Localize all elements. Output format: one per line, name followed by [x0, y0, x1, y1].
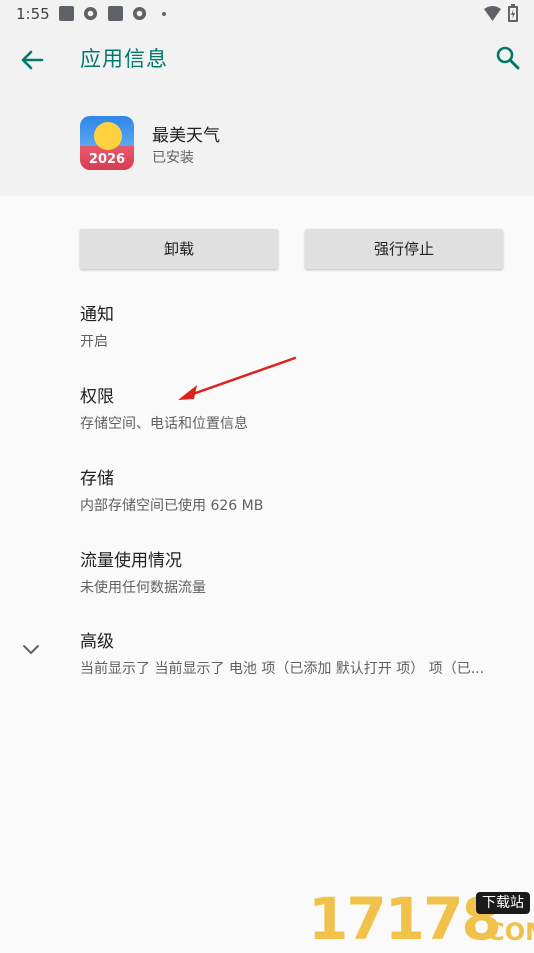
- status-time: 1:55: [16, 5, 50, 23]
- app-icon-label: 2026: [88, 152, 126, 167]
- app-icon: 2026: [80, 116, 134, 170]
- item-title: 存储: [80, 469, 114, 489]
- status-bar: 1:55: [0, 0, 534, 28]
- item-subtitle: 当前显示了 当前显示了 电池 项（已添加 默认打开 项） 项（已...: [80, 661, 485, 677]
- storage-item[interactable]: 存储 内部存储空间已使用 626 MB: [80, 464, 520, 515]
- app-install-status: 已安装: [152, 150, 194, 166]
- page-title: 应用信息: [80, 47, 168, 71]
- app-name: 最美天气: [152, 126, 220, 146]
- item-subtitle: 开启: [80, 334, 108, 350]
- watermark-suffix: .COM: [478, 918, 534, 946]
- back-arrow-icon[interactable]: [18, 46, 46, 74]
- notification-icon: [108, 6, 123, 21]
- notification-icon: [59, 6, 74, 21]
- permissions-item[interactable]: 权限 存储空间、电话和位置信息: [80, 382, 520, 433]
- site-watermark: 17178 下载站 .COM: [308, 888, 534, 950]
- item-title: 通知: [80, 305, 114, 325]
- search-icon[interactable]: [494, 44, 522, 72]
- sync-icon: [83, 6, 98, 21]
- wifi-icon: [484, 6, 501, 21]
- item-subtitle: 内部存储空间已使用 626 MB: [80, 498, 264, 514]
- uninstall-button[interactable]: 卸载: [80, 229, 278, 269]
- item-title: 高级: [80, 632, 114, 652]
- item-title: 权限: [80, 387, 114, 407]
- app-header: 应用信息 2026 最美天气 已安装: [0, 28, 534, 196]
- more-notifications-dot-icon: [162, 12, 166, 16]
- item-subtitle: 存储空间、电话和位置信息: [80, 416, 248, 432]
- notifications-item[interactable]: 通知 开启: [80, 300, 520, 351]
- watermark-tag: 下载站: [476, 892, 530, 914]
- item-title: 流量使用情况: [80, 551, 182, 571]
- advanced-item[interactable]: 高级 当前显示了 当前显示了 电池 项（已添加 默认打开 项） 项（已...: [80, 627, 520, 678]
- sync-icon: [132, 6, 147, 21]
- annotation-arrow-icon: [178, 356, 297, 400]
- chevron-down-icon[interactable]: [20, 638, 42, 660]
- battery-icon: [508, 4, 518, 22]
- item-subtitle: 未使用任何数据流量: [80, 580, 206, 596]
- data-usage-item[interactable]: 流量使用情况 未使用任何数据流量: [80, 546, 520, 597]
- sun-icon: [94, 122, 122, 150]
- force-stop-button[interactable]: 强行停止: [305, 229, 503, 269]
- watermark-number: 17178: [308, 885, 502, 953]
